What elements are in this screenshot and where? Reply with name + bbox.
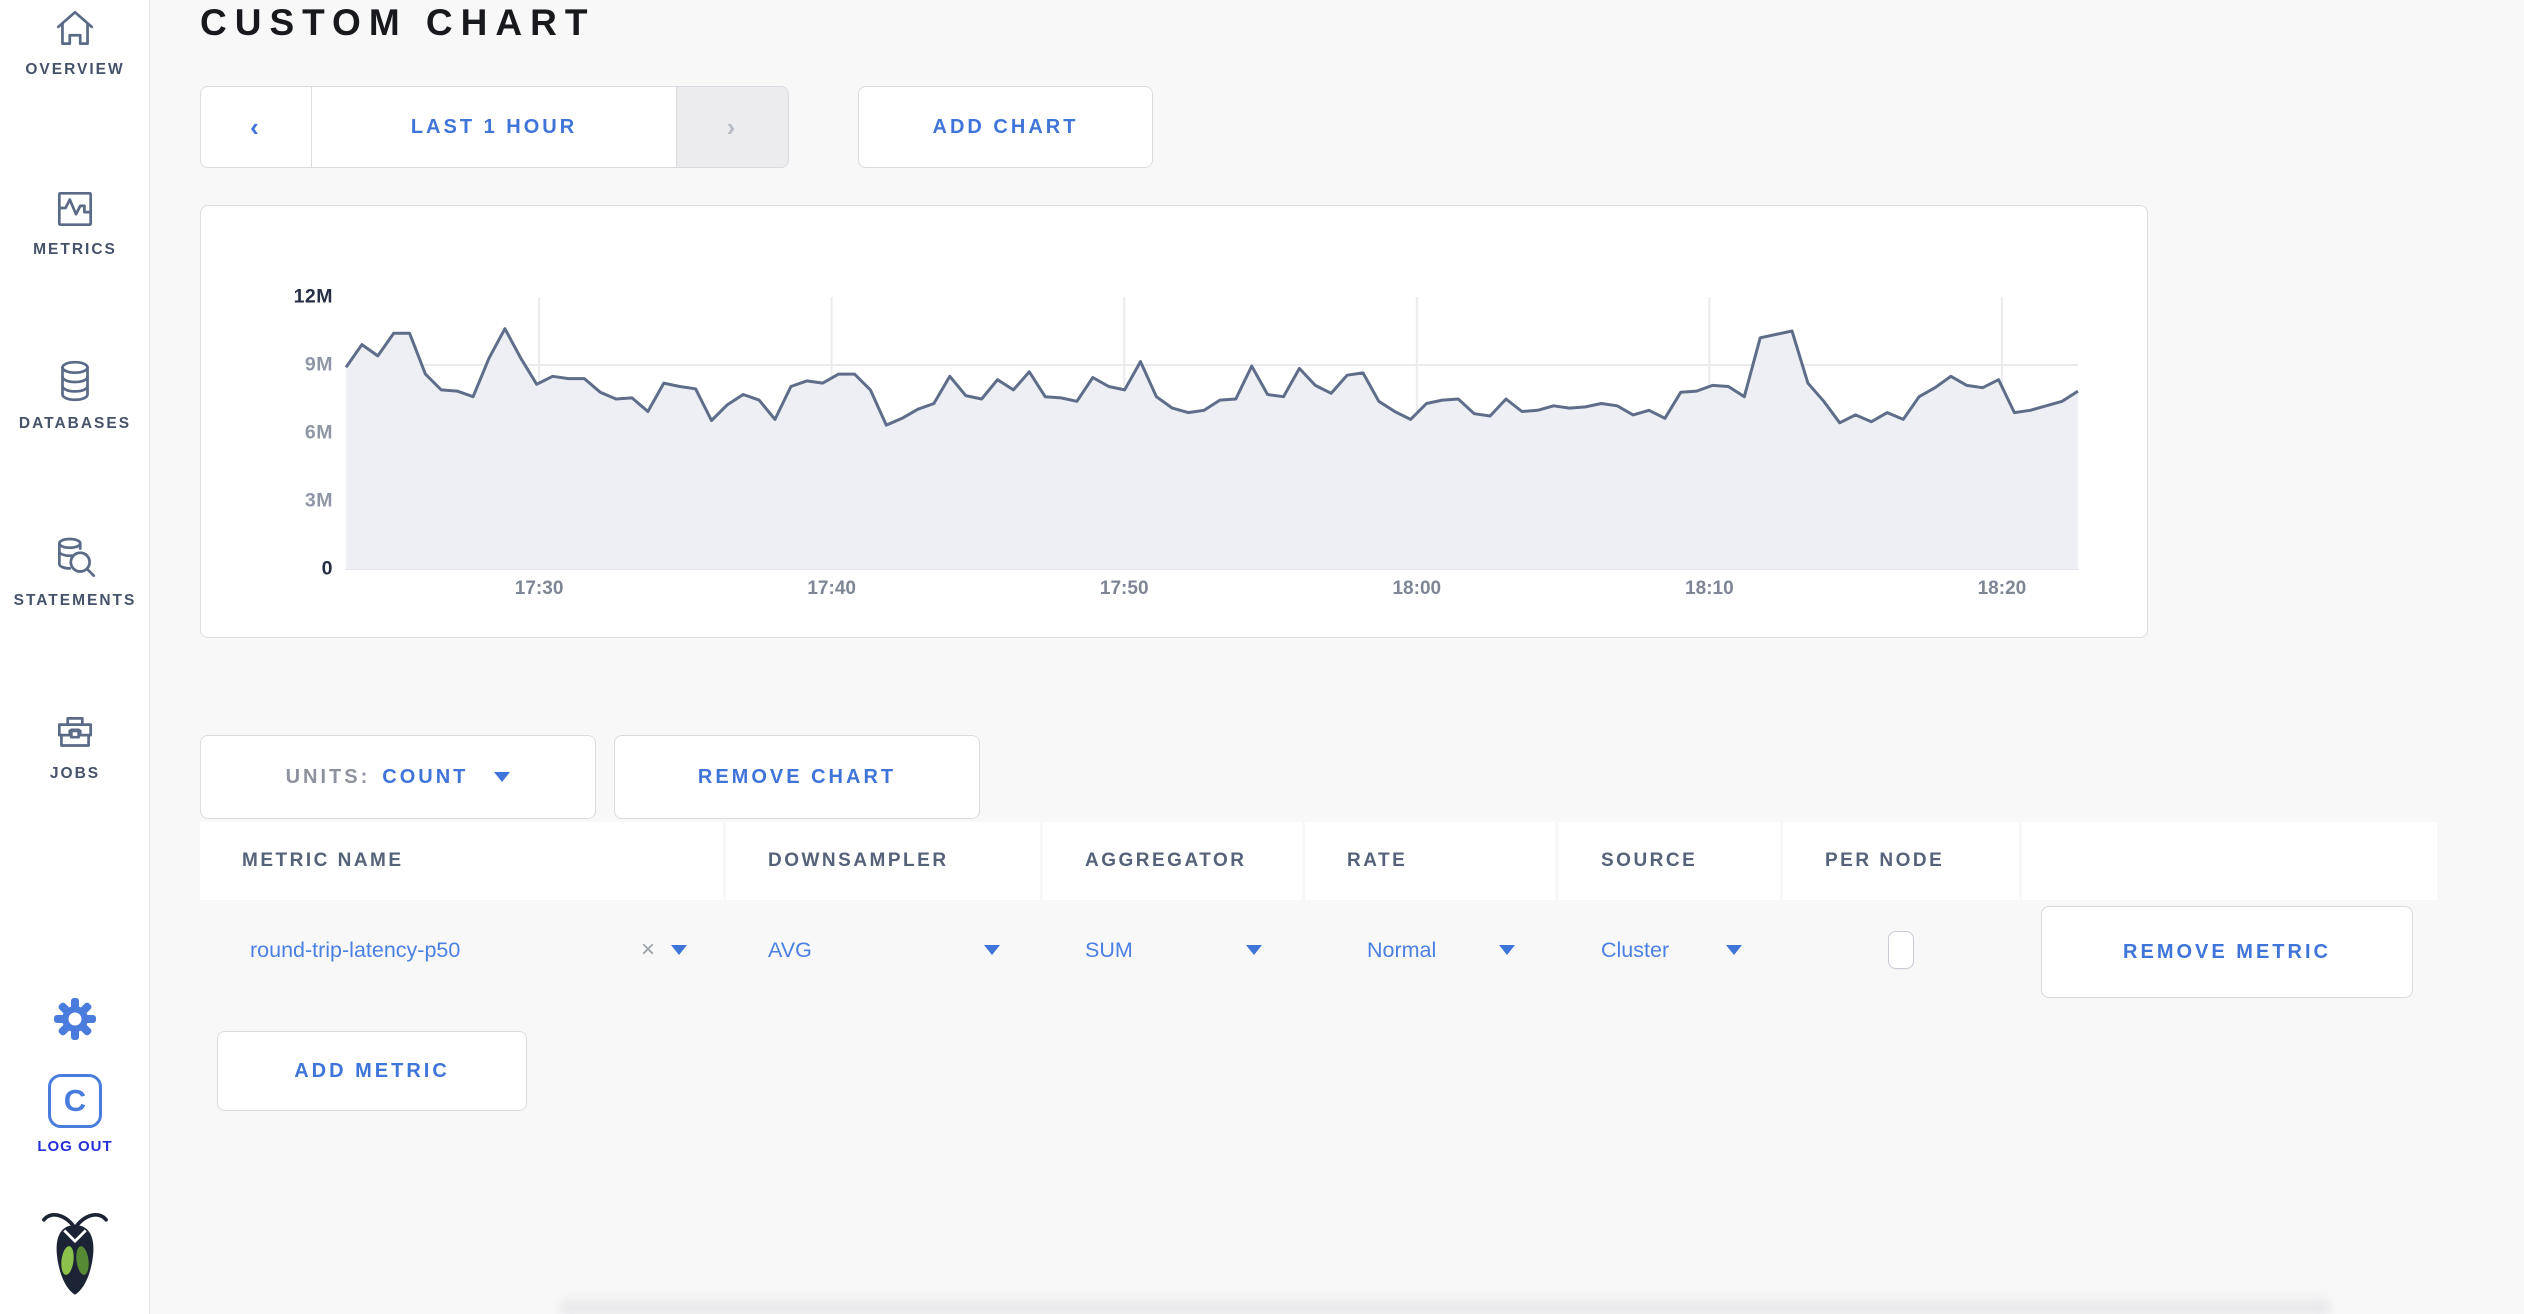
column-header-actions [2022,822,2437,900]
column-header-source: SOURCE [1559,822,1780,900]
sidebar-item-label: OVERVIEW [25,61,125,78]
dock-shadow [560,1292,2330,1314]
sidebar-item-overview[interactable]: OVERVIEW [0,6,150,79]
chart-plot[interactable] [344,297,2079,570]
page-title: CUSTOM CHART [200,2,596,43]
y-tick-label: 6M [304,421,333,444]
sidebar-item-label: DATABASES [18,415,132,432]
metric-name-select[interactable]: round-trip-latency-p50 × [200,900,723,1000]
time-prev-button[interactable]: ‹ [201,87,312,167]
source-select[interactable]: Cluster [1559,900,1780,1000]
home-icon [56,10,94,45]
x-axis-labels: 17:30 17:40 17:50 18:00 18:10 18:20 [346,578,2078,608]
per-node-cell [1783,900,2019,1000]
per-node-checkbox[interactable] [1888,931,1914,969]
custom-chart-page: OVERVIEW METRICS DATABASES STATEMENTS JO… [0,0,2524,1314]
briefcase-icon [57,717,93,747]
x-tick-label: 18:10 [1685,578,1734,599]
sidebar-item-metrics[interactable]: METRICS [0,186,150,259]
x-tick-label: 17:40 [807,578,856,599]
units-prefix-label: UNITS: [285,765,371,788]
x-tick-label: 17:50 [1099,578,1149,599]
time-range-selector: ‹ LAST 1 HOUR › [200,86,789,168]
column-header-downsampler: DOWNSAMPLER [726,822,1040,900]
sidebar-item-label: JOBS [49,765,101,782]
caret-down-icon [671,945,687,955]
sidebar-item-jobs[interactable]: JOBS [0,710,150,783]
column-header-aggregator: AGGREGATOR [1043,822,1302,900]
caret-down-icon [1499,945,1515,955]
logout-button[interactable]: C LOG OUT [0,1074,150,1155]
database-icon [61,360,89,402]
sidebar-item-statements[interactable]: STATEMENTS [0,535,150,610]
rate-select[interactable]: Normal [1305,900,1555,1000]
x-tick-label: 18:20 [1977,578,2027,599]
caret-down-icon [1246,945,1262,955]
y-axis-labels: 0 3M 6M 9M 12M [201,286,333,580]
sidebar-item-label: METRICS [33,241,117,258]
time-next-button[interactable]: › [677,87,788,167]
y-tick-label: 0 [321,557,333,580]
add-metric-button[interactable]: ADD METRIC [217,1031,527,1111]
caret-down-icon [984,945,1000,955]
y-tick-label: 9M [304,353,333,376]
column-header-metric-name: METRIC NAME [200,822,723,900]
settings-button[interactable] [0,992,150,1055]
cockroach-logo [0,1208,150,1307]
gear-icon [54,998,96,1040]
cockroach-bug-icon [42,1213,108,1295]
caret-down-icon [1726,945,1742,955]
statements-icon [57,537,96,578]
units-dropdown[interactable]: UNITS: COUNT [200,735,596,819]
time-range-dropdown[interactable]: LAST 1 HOUR [312,87,677,167]
caret-down-icon [494,772,511,782]
add-chart-button[interactable]: ADD CHART [858,86,1153,168]
y-tick-label: 3M [304,489,333,512]
metrics-icon [57,191,93,227]
x-tick-label: 18:00 [1392,578,1442,599]
aggregator-select[interactable]: SUM [1043,900,1302,1000]
units-value: COUNT [382,765,469,788]
remove-metric-button[interactable]: REMOVE METRIC [2041,906,2413,998]
logout-label: LOG OUT [37,1138,113,1155]
downsampler-select[interactable]: AVG [726,900,1040,1000]
sidebar-item-label: STATEMENTS [13,592,137,609]
x-tick-label: 17:30 [514,578,564,599]
chevron-right-icon: › [726,111,739,142]
y-tick-label: 12M [293,285,333,308]
cockroach-monogram-icon: C [48,1074,102,1128]
chevron-left-icon: ‹ [250,111,262,142]
remove-chart-button[interactable]: REMOVE CHART [614,735,980,819]
metric-name-value: round-trip-latency-p50 [250,937,461,962]
main-content: CUSTOM CHART ‹ LAST 1 HOUR › ADD CHART 0… [150,0,2524,1314]
time-range-label: LAST 1 HOUR [410,115,578,138]
timeseries-svg [344,297,2079,570]
sidebar: OVERVIEW METRICS DATABASES STATEMENTS JO… [0,0,150,1314]
sidebar-item-databases[interactable]: DATABASES [0,358,150,433]
chart-card: 0 3M 6M 9M 12M 17:30 17:40 17:50 18:00 18:10 18:2… [200,205,2148,638]
column-header-rate: RATE [1305,822,1555,900]
column-header-per-node: PER NODE [1783,822,2019,900]
clear-metric-icon[interactable]: × [641,936,655,964]
